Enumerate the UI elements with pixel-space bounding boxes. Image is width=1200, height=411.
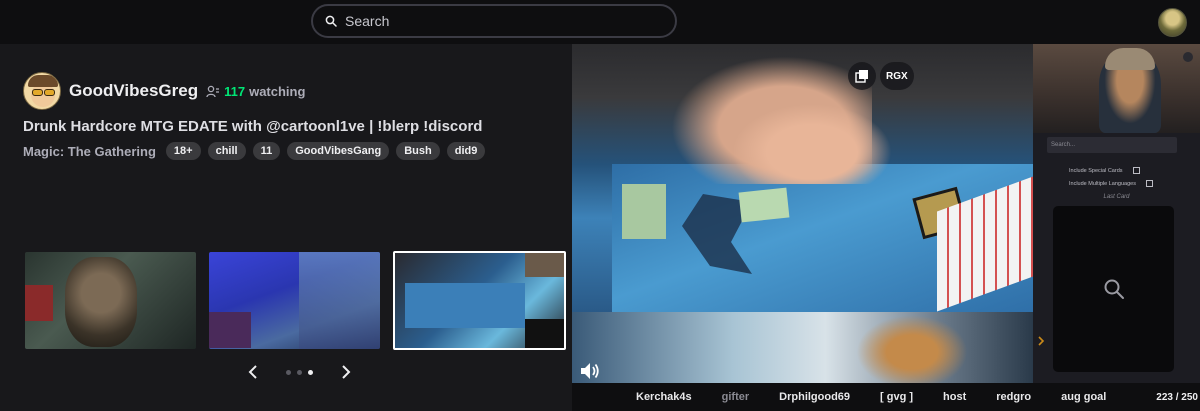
tag-chip[interactable]: 18+ <box>165 142 201 160</box>
video-overlay-controls: RGX <box>848 62 914 90</box>
user-avatar[interactable] <box>1158 8 1187 37</box>
tag-chip[interactable]: 11 <box>252 142 281 160</box>
card-search-field[interactable]: Search... <box>1047 137 1177 153</box>
video-frame <box>572 44 1033 312</box>
carousel-dot[interactable] <box>297 369 302 375</box>
chevron-left-icon <box>248 365 257 379</box>
ticker-item: Kerchak4s <box>636 391 692 403</box>
tag-row: Magic: The Gathering 18+ chill 11 GoodVi… <box>23 142 492 160</box>
ticker-item: [ gvg ] <box>880 391 914 403</box>
ticker-item: gifter <box>721 391 750 403</box>
viewer-count-value: 117 <box>224 83 246 99</box>
viewer-count-label: watching <box>249 83 306 99</box>
magnifier-icon <box>1104 279 1124 299</box>
checkbox[interactable] <box>1145 180 1153 187</box>
popout-button[interactable] <box>848 62 876 90</box>
top-bar <box>0 0 1200 44</box>
viewer-count: 117 watching <box>206 84 305 99</box>
tag-chip[interactable]: did9 <box>446 142 486 160</box>
stream-title: Drunk Hardcore MTG EDATE with @cartoonl1… <box>23 118 483 135</box>
carousel-next-button[interactable] <box>338 362 354 382</box>
video-preview[interactable]: RGX Search... Include Special Cards Incl… <box>572 44 1200 411</box>
popout-icon <box>855 70 868 83</box>
search-bar[interactable] <box>311 4 677 38</box>
option-special-label: Include Special Cards <box>1069 167 1123 174</box>
volume-icon[interactable] <box>578 360 600 382</box>
viewers-icon <box>206 85 220 97</box>
collapse-icon[interactable] <box>1181 50 1195 64</box>
carousel-dot[interactable] <box>286 369 291 375</box>
option-special-cards[interactable]: Include Special Cards <box>1069 167 1140 174</box>
search-icon <box>325 15 337 27</box>
stream-info-panel: GoodVibesGreg 117 watching Drunk Hardcor… <box>0 44 572 411</box>
tag-chip[interactable]: Bush <box>396 142 440 160</box>
ticker-item: aug goal <box>1061 391 1107 403</box>
video-overlay-art <box>572 312 1033 392</box>
streamer-header: GoodVibesGreg 117 watching <box>23 72 305 110</box>
streamer-name[interactable]: GoodVibesGreg <box>69 81 198 101</box>
carousel-nav <box>245 362 354 382</box>
thumbnail-1[interactable] <box>25 252 196 349</box>
goal-progress: 223 / 250 <box>1156 391 1198 403</box>
category-link[interactable]: Magic: The Gathering <box>23 144 156 159</box>
overlay-ticker: Kerchak4s gifter Drphilgood69 [ gvg ] ho… <box>572 383 1200 411</box>
thumbnail-3-selected[interactable] <box>393 251 566 350</box>
option-multiple-languages[interactable]: Include Multiple Languages <box>1069 180 1153 187</box>
tag-chip[interactable]: chill <box>207 142 246 160</box>
chevron-right-small-icon[interactable] <box>1037 335 1045 347</box>
stream-thumbnails <box>25 251 579 350</box>
carousel-prev-button[interactable] <box>245 362 261 382</box>
ticker-item: host <box>943 391 967 403</box>
last-card-label: Last Card <box>1103 194 1130 200</box>
chevron-right-icon <box>342 365 351 379</box>
carousel-dots <box>283 369 316 375</box>
streamer-avatar[interactable] <box>23 72 61 110</box>
thumbnail-2[interactable] <box>209 252 380 349</box>
checkbox[interactable] <box>1132 167 1140 174</box>
ticker-item: redgro <box>996 391 1032 403</box>
card-display <box>1053 206 1174 372</box>
search-input[interactable] <box>345 13 645 29</box>
option-languages-label: Include Multiple Languages <box>1069 180 1136 187</box>
rgx-button[interactable]: RGX <box>880 62 914 90</box>
ticker-item: Drphilgood69 <box>779 391 851 403</box>
webcam-feed <box>1033 44 1200 133</box>
mtg-card-widget: Search... Include Special Cards Include … <box>1033 44 1200 384</box>
tag-chip[interactable]: GoodVibesGang <box>287 142 390 160</box>
carousel-dot-active[interactable] <box>308 369 313 375</box>
